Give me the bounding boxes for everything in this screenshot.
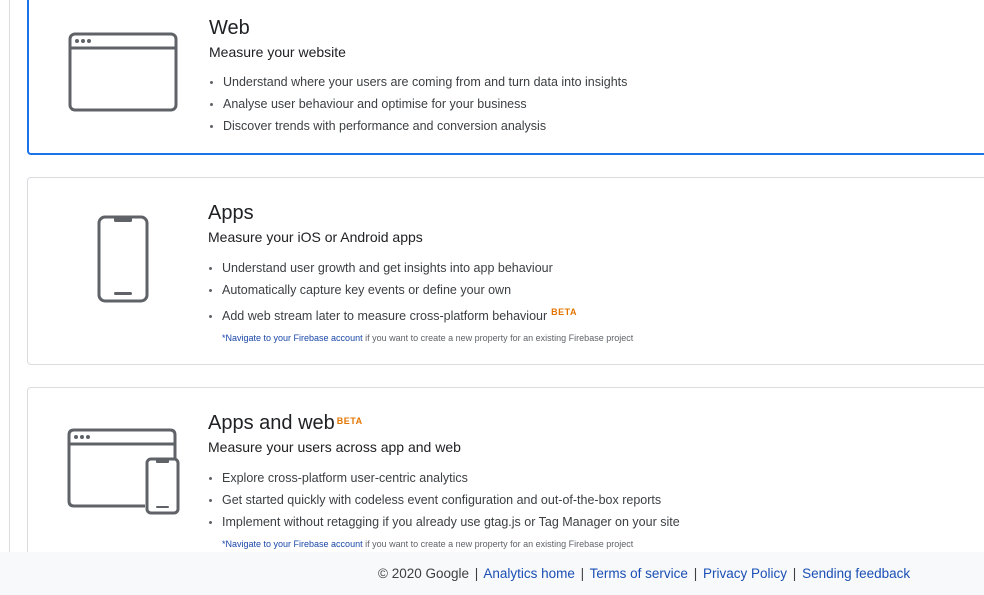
list-item-text: Add web stream later to measure cross-pl…: [222, 309, 548, 324]
left-divider: [9, 0, 10, 552]
footnote-text: if you want to create a new property for…: [362, 333, 634, 344]
footer-separator: |: [792, 566, 797, 581]
analytics-home-link[interactable]: Analytics home: [483, 566, 575, 581]
list-item: Explore cross-platform user-centric anal…: [222, 467, 984, 489]
card-subtitle: Measure your website: [209, 44, 346, 60]
card-title: Apps and web BETA: [208, 411, 984, 435]
browser-and-phone-icon: [67, 428, 180, 515]
list-item: Discover trends with performance and con…: [223, 115, 984, 137]
privacy-policy-link[interactable]: Privacy Policy: [703, 566, 787, 581]
footer-links: © 2020 Google | Analytics home | Terms o…: [378, 552, 910, 595]
list-item: Get started quickly with codeless event …: [222, 489, 984, 511]
terms-of-service-link[interactable]: Terms of service: [590, 566, 688, 581]
footnote-text: if you want to create a new property for…: [362, 539, 634, 549]
card-title-text: Apps and web: [208, 412, 335, 434]
card-subtitle: Measure your users across app and web: [208, 439, 461, 455]
platform-card-apps[interactable]: Apps Measure your iOS or Android apps Un…: [27, 177, 984, 365]
list-item: Automatically capture key events or defi…: [222, 279, 984, 301]
smartphone-icon: [97, 215, 149, 303]
feature-list: Explore cross-platform user-centric anal…: [208, 467, 984, 533]
card-title: Web: [209, 17, 250, 39]
copyright: © 2020 Google: [378, 566, 470, 581]
firebase-footnote: *Navigate to your Firebase account if yo…: [222, 538, 984, 550]
sending-feedback-link[interactable]: Sending feedback: [802, 566, 910, 581]
page: Web Measure your website Understand wher…: [0, 0, 984, 595]
footer-separator: |: [693, 566, 698, 581]
list-item: Understand user growth and get insights …: [222, 257, 984, 279]
firebase-account-link[interactable]: *Navigate to your Firebase account: [222, 539, 363, 549]
card-title: Apps: [208, 202, 254, 224]
card-content: Web Measure your website Understand wher…: [209, 16, 984, 137]
beta-badge: BETA: [336, 416, 363, 426]
browser-window-icon: [68, 32, 178, 112]
feature-list: Understand where your users are coming f…: [209, 71, 984, 137]
platform-card-web[interactable]: Web Measure your website Understand wher…: [27, 0, 984, 155]
firebase-footnote: *Navigate to your Firebase account if yo…: [222, 332, 984, 344]
list-item: Implement without retagging if you alrea…: [222, 511, 984, 533]
footer: © 2020 Google | Analytics home | Terms o…: [0, 552, 984, 595]
feature-list: Understand user growth and get insights …: [208, 257, 984, 327]
list-item: Add web stream later to measure cross-pl…: [222, 301, 984, 327]
card-content: Apps and web BETA Measure your users acro…: [208, 411, 984, 550]
list-item: Understand where your users are coming f…: [223, 71, 984, 93]
footer-separator: |: [580, 566, 585, 581]
card-subtitle: Measure your iOS or Android apps: [208, 229, 423, 245]
card-content: Apps Measure your iOS or Android apps Un…: [208, 201, 984, 344]
firebase-account-link[interactable]: *Navigate to your Firebase account: [222, 333, 363, 343]
list-item: Analyse user behaviour and optimise for …: [223, 93, 984, 115]
beta-badge: BETA: [551, 307, 577, 317]
footer-separator: |: [474, 566, 479, 581]
